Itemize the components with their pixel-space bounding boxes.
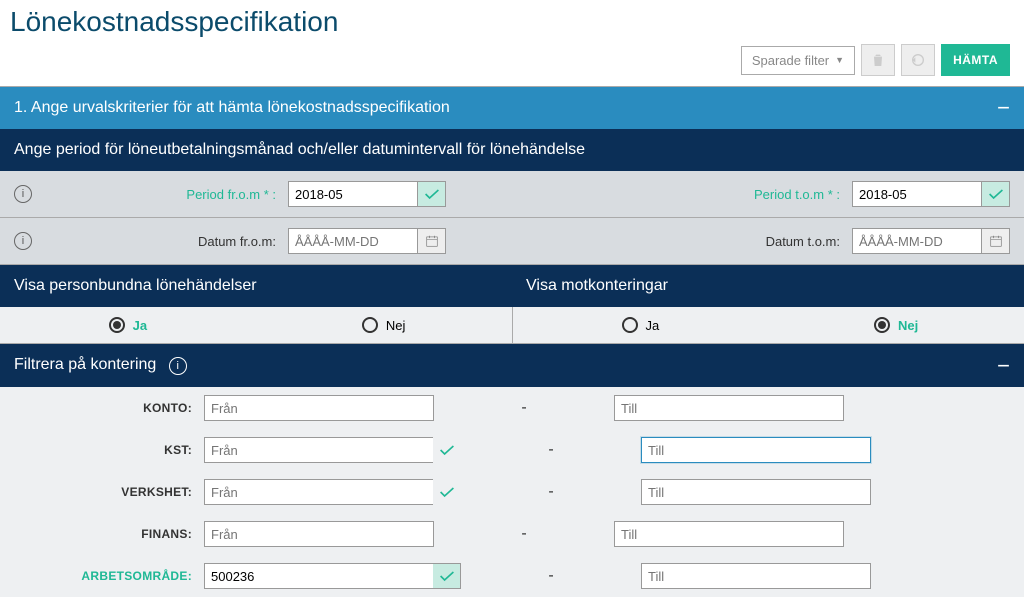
- period-to-label: Period t.o.m * :: [722, 187, 852, 202]
- radio-selected-icon: [874, 317, 890, 333]
- trash-icon: [870, 52, 886, 68]
- filter-row-kst: KST: -: [0, 429, 1024, 471]
- radio-selected-icon: [109, 317, 125, 333]
- range-dash: -: [461, 567, 641, 585]
- verkshet-label: VERKSHET:: [14, 485, 204, 499]
- date-to-label: Datum t.o.m:: [722, 234, 852, 249]
- finans-label: FINANS:: [14, 527, 204, 541]
- page-title: Lönekostnadsspecifikation: [0, 0, 1024, 40]
- visa-motkonteringar-title: Visa motkonteringar: [512, 265, 1024, 307]
- period-subheader: Ange period för löneutbetalningsmånad oc…: [0, 129, 1024, 171]
- radio-label-ja: Ja: [133, 318, 147, 333]
- reset-icon: [910, 52, 926, 68]
- visa-personbundna-ja[interactable]: Ja: [0, 307, 256, 343]
- visa-radio-row: Ja Nej Ja Nej: [0, 307, 1024, 344]
- range-dash: -: [461, 441, 641, 459]
- date-from-input[interactable]: [288, 228, 418, 254]
- konto-till-input[interactable]: [614, 395, 844, 421]
- section-1-title: 1. Ange urvalskriterier för att hämta lö…: [14, 99, 450, 117]
- finans-till-input[interactable]: [614, 521, 844, 547]
- filter-row-finans: FINANS: -: [0, 513, 1024, 555]
- check-icon: [433, 479, 461, 505]
- saved-filter-label: Sparade filter: [752, 53, 829, 68]
- date-row: i Datum fr.o.m: Datum t.o.m:: [0, 218, 1024, 265]
- period-to-input[interactable]: [852, 181, 982, 207]
- calendar-icon[interactable]: [418, 228, 446, 254]
- kst-label: KST:: [14, 443, 204, 457]
- calendar-icon[interactable]: [982, 228, 1010, 254]
- period-subheader-title: Ange period för löneutbetalningsmånad oc…: [14, 141, 585, 159]
- collapse-icon[interactable]: −: [997, 360, 1010, 372]
- info-icon[interactable]: i: [14, 232, 32, 250]
- arbetsomrade-till-input[interactable]: [641, 563, 871, 589]
- filter-row-verkshet: VERKSHET: -: [0, 471, 1024, 513]
- range-dash: -: [434, 399, 614, 417]
- kst-from-input[interactable]: [204, 437, 434, 463]
- visa-header-row: Visa personbundna lönehändelser Visa mot…: [0, 265, 1024, 307]
- arbetsomrade-from-input[interactable]: [204, 563, 434, 589]
- period-from-input[interactable]: [288, 181, 418, 207]
- filter-subheader[interactable]: Filtrera på kontering i −: [0, 344, 1024, 387]
- delete-filter-button[interactable]: [861, 44, 895, 76]
- konto-label: KONTO:: [14, 401, 204, 415]
- visa-personbundna-title: Visa personbundna lönehändelser: [0, 265, 512, 307]
- reset-filter-button[interactable]: [901, 44, 935, 76]
- fetch-button[interactable]: HÄMTA: [941, 44, 1010, 76]
- kst-till-input[interactable]: [641, 437, 871, 463]
- collapse-icon[interactable]: −: [997, 102, 1010, 114]
- radio-unselected-icon: [622, 317, 638, 333]
- visa-motkonteringar-ja[interactable]: Ja: [513, 307, 769, 343]
- period-row: i Period fr.o.m * : Period t.o.m * :: [0, 171, 1024, 218]
- visa-motkonteringar-nej[interactable]: Nej: [768, 307, 1024, 343]
- check-icon: [982, 181, 1010, 207]
- radio-label-nej: Nej: [386, 318, 406, 333]
- radio-label-ja: Ja: [646, 318, 660, 333]
- check-icon: [433, 563, 461, 589]
- range-dash: -: [434, 525, 614, 543]
- saved-filter-dropdown[interactable]: Sparade filter ▼: [741, 46, 855, 75]
- konto-from-input[interactable]: [204, 395, 434, 421]
- filter-row-arbetsomrade: ARBETSOMRÅDE: -: [0, 555, 1024, 597]
- verkshet-from-input[interactable]: [204, 479, 434, 505]
- verkshet-till-input[interactable]: [641, 479, 871, 505]
- filter-row-konto: KONTO: -: [0, 387, 1024, 429]
- section-1-header[interactable]: 1. Ange urvalskriterier för att hämta lö…: [0, 86, 1024, 129]
- check-icon: [418, 181, 446, 207]
- check-icon: [433, 437, 461, 463]
- arbetsomrade-label: ARBETSOMRÅDE:: [14, 569, 204, 583]
- date-to-input[interactable]: [852, 228, 982, 254]
- period-from-label: Period fr.o.m * :: [38, 187, 288, 202]
- range-dash: -: [461, 483, 641, 501]
- info-icon[interactable]: i: [14, 185, 32, 203]
- date-from-label: Datum fr.o.m:: [38, 234, 288, 249]
- filter-subheader-title: Filtrera på kontering: [14, 356, 156, 373]
- radio-unselected-icon: [362, 317, 378, 333]
- finans-from-input[interactable]: [204, 521, 434, 547]
- radio-label-nej: Nej: [898, 318, 918, 333]
- toolbar: Sparade filter ▼ HÄMTA: [0, 40, 1024, 86]
- visa-personbundna-nej[interactable]: Nej: [256, 307, 512, 343]
- caret-down-icon: ▼: [835, 55, 844, 65]
- info-icon[interactable]: i: [169, 357, 187, 375]
